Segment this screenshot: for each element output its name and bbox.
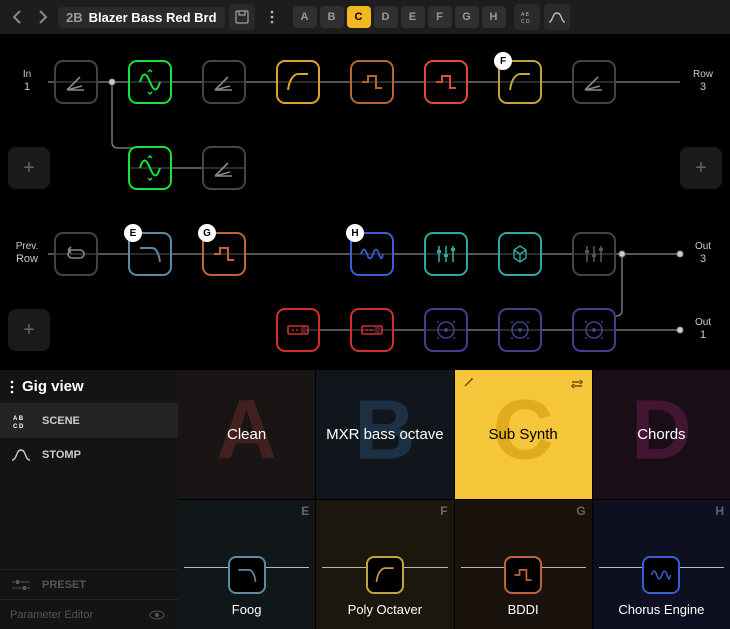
next-preset-button[interactable] [32, 4, 54, 30]
block-split[interactable] [202, 146, 246, 190]
save-preset-button[interactable] [229, 4, 255, 30]
block-rack[interactable] [350, 308, 394, 352]
block-wave[interactable] [424, 60, 468, 104]
block-filter[interactable]: F [498, 60, 542, 104]
stomp-card-letter: F [440, 504, 447, 518]
scene-card-b[interactable]: BMXR bass octave [316, 370, 453, 499]
scene-card-label: Clean [221, 426, 272, 444]
parameter-editor-row[interactable]: Parameter Editor [0, 599, 178, 629]
scene-tab-g[interactable]: G [455, 6, 479, 28]
svg-text:A B: A B [13, 416, 24, 422]
scene-tab-b[interactable]: B [320, 6, 344, 28]
block-knob[interactable] [572, 308, 616, 352]
stomp-mode-row[interactable]: STOMP [0, 438, 178, 472]
stomp-mode-button[interactable] [544, 4, 570, 30]
scene-card-a[interactable]: AClean [178, 370, 315, 499]
scene-card-d[interactable]: DChords [593, 370, 730, 499]
stomp-card-label: Foog [232, 602, 262, 617]
bottom-panel: Gig view A BC D SCENE STOMP PRESET Param… [0, 370, 730, 629]
block-knob[interactable] [498, 308, 542, 352]
scene-tab-f[interactable]: F [428, 6, 452, 28]
scene-tab-h[interactable]: H [482, 6, 506, 28]
scene-card-label: Sub Synth [483, 426, 564, 444]
scene-mode-row[interactable]: A BC D SCENE [0, 404, 178, 438]
row2-add-right-button[interactable]: + [680, 147, 722, 189]
stomp-card-letter: G [576, 504, 585, 518]
card-grid: ACleanBMXR bass octaveCSub SynthDChords E… [178, 370, 730, 629]
scene-card-c[interactable]: CSub Synth [455, 370, 592, 499]
row2-add-left-button[interactable]: + [8, 147, 50, 189]
block-rack[interactable] [276, 308, 320, 352]
preset-sliders-icon [10, 579, 32, 591]
block-eq[interactable] [572, 232, 616, 276]
scene-mode-button[interactable]: A BC D [514, 4, 540, 30]
more-menu-button[interactable] [259, 4, 285, 30]
block-mod[interactable]: H [350, 232, 394, 276]
stomp-card-h[interactable]: H Chorus Engine [593, 500, 730, 629]
gigview-header[interactable]: Gig view [0, 370, 178, 404]
block-cube[interactable] [498, 232, 542, 276]
stomp-card-e[interactable]: E Foog [178, 500, 315, 629]
stomp-card-g[interactable]: G BDDI [455, 500, 592, 629]
stomp-badge: H [346, 224, 364, 242]
stomp-badge: F [494, 52, 512, 70]
signal-chain-area: In1 Row3 F + + Prev.Row Out3 EGH + Out1 [0, 34, 730, 370]
scene-tab-e[interactable]: E [401, 6, 425, 28]
scene-tab-a[interactable]: A [293, 6, 317, 28]
gigview-title-label: Gig view [22, 378, 84, 395]
block-lpf[interactable]: E [128, 232, 172, 276]
block-osc[interactable] [128, 146, 172, 190]
stomp-card-label: Poly Octaver [348, 602, 422, 617]
block-split[interactable] [202, 60, 246, 104]
block-eq[interactable] [424, 232, 468, 276]
stomp-badge: E [124, 224, 142, 242]
scene-tab-c[interactable]: C [347, 6, 371, 28]
row1-output-label: Row3 [684, 69, 722, 94]
row4-output-label: Out1 [684, 317, 722, 342]
row3-input-label: Prev.Row [8, 241, 46, 266]
svg-text:C D: C D [521, 19, 530, 25]
block-knob[interactable] [424, 308, 468, 352]
preset-name-label: Blazer Bass Red Brd [89, 10, 217, 25]
block-wave[interactable] [350, 60, 394, 104]
block-wave[interactable]: G [202, 232, 246, 276]
stomp-card-f[interactable]: F Poly Octaver [316, 500, 453, 629]
svg-text:C D: C D [13, 424, 24, 430]
header-bar: 2B Blazer Bass Red Brd ABCDEFGH A BC D [0, 0, 730, 34]
stomp-badge: G [198, 224, 216, 242]
gigview-sidebar: Gig view A BC D SCENE STOMP PRESET Param… [0, 370, 178, 629]
stomp-card-letter: E [301, 504, 309, 518]
scene-card-label: Chords [631, 426, 691, 444]
preset-slot-label: 2B [66, 10, 83, 25]
scene-grid-icon: A B C D [10, 412, 32, 430]
scene-tabs: ABCDEFGH [293, 6, 506, 28]
block-osc[interactable] [128, 60, 172, 104]
preset-row[interactable]: PRESET [0, 569, 178, 599]
preset-title[interactable]: 2B Blazer Bass Red Brd [58, 7, 225, 28]
scene-tab-d[interactable]: D [374, 6, 398, 28]
visibility-icon [146, 610, 168, 620]
stomp-card-label: Chorus Engine [618, 602, 704, 617]
block-filter[interactable] [276, 60, 320, 104]
block-split[interactable] [54, 60, 98, 104]
svg-text:A B: A B [521, 12, 529, 18]
stomp-card-letter: H [715, 504, 724, 518]
prev-preset-button[interactable] [6, 4, 28, 30]
stomp-pedal-icon [10, 448, 32, 462]
scene-card-label: MXR bass octave [320, 426, 450, 444]
row1-input-label: In1 [8, 69, 46, 94]
block-loop[interactable] [54, 232, 98, 276]
row4-add-left-button[interactable]: + [8, 309, 50, 351]
stomp-card-label: BDDI [508, 602, 539, 617]
row3-output-label: Out3 [684, 241, 722, 266]
block-split[interactable] [572, 60, 616, 104]
